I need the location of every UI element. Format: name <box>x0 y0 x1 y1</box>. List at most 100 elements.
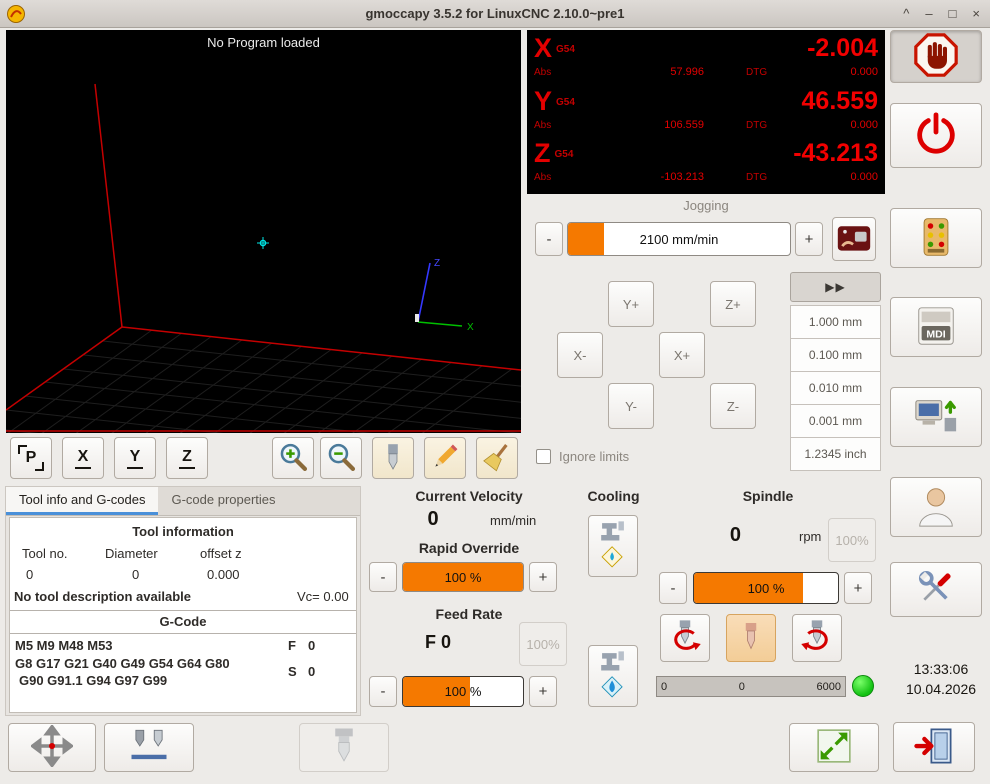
feed-readout: F 0 <box>425 632 452 652</box>
jog-speed-plus-button[interactable]: + <box>795 222 823 256</box>
jog-speed-slider[interactable]: 2100 mm/min <box>567 222 791 256</box>
rapid-minus-button[interactable]: - <box>369 562 397 592</box>
gremlin-preview[interactable]: Z X No Program loaded <box>5 30 522 433</box>
power-icon <box>913 111 959 160</box>
jog-x-plus-button[interactable]: X+ <box>659 332 705 378</box>
vc-value: Vc= 0.00 <box>297 589 349 604</box>
ignore-limits-checkbox[interactable] <box>536 449 551 464</box>
svg-text:MDI: MDI <box>926 328 945 340</box>
shade-window-button[interactable]: ^ <box>903 0 909 28</box>
tool-measure-button[interactable] <box>104 723 194 772</box>
machine-on-button[interactable] <box>890 103 982 168</box>
jog-x-minus-button[interactable]: X- <box>557 332 603 378</box>
jog-y-plus-button[interactable]: Y+ <box>608 281 654 327</box>
spindle-cw-button[interactable] <box>792 614 842 662</box>
tab-gcode-properties[interactable]: G-code properties <box>158 487 288 515</box>
svg-text:X: X <box>467 322 474 333</box>
clear-plot-button[interactable] <box>476 437 518 479</box>
axes-cross-icon <box>29 723 75 770</box>
tool-info-content: Tool information Tool no. Diameter offse… <box>9 517 357 713</box>
current-velocity-title: Current Velocity <box>415 488 523 504</box>
settings-tools-button[interactable] <box>890 562 982 617</box>
col-tool-no: Tool no. <box>22 546 68 561</box>
jog-z-minus-button[interactable]: Z- <box>710 383 756 429</box>
spindle-cw-icon <box>796 616 838 661</box>
tool-view-button[interactable] <box>372 437 414 479</box>
gcode-f-value: 0 <box>308 638 316 653</box>
spindle-percent-button[interactable]: 100% <box>828 518 876 562</box>
increment-inch[interactable]: 1.2345 inch <box>790 437 881 471</box>
svg-text:Z: Z <box>434 258 440 269</box>
feed-percent-button[interactable]: 100% <box>519 622 567 666</box>
tab-tool-info[interactable]: Tool info and G-codes <box>6 487 159 515</box>
spindle-override-slider[interactable]: 100 % <box>693 572 839 604</box>
velocity-unit: mm/min <box>490 513 537 528</box>
mist-faucet-icon <box>593 517 633 576</box>
view-x-button[interactable]: X <box>62 437 104 479</box>
increment-0p001mm[interactable]: 0.001 mm <box>790 404 881 438</box>
spindle-plus-button[interactable]: + <box>844 572 872 604</box>
val-offset-z: 0.000 <box>207 567 240 582</box>
user-icon <box>913 483 959 532</box>
feed-rate-slider[interactable]: 100 % <box>402 676 524 707</box>
feed-rate-title: Feed Rate <box>435 606 503 622</box>
tool-change-button[interactable] <box>299 723 389 772</box>
feed-minus-button[interactable]: - <box>369 676 397 707</box>
increment-1mm[interactable]: 1.000 mm <box>790 305 881 339</box>
spindle-minus-button[interactable]: - <box>659 572 687 604</box>
jog-y-minus-button[interactable]: Y- <box>608 383 654 429</box>
exit-button[interactable] <box>893 722 975 772</box>
feed-plus-button[interactable]: + <box>529 676 557 707</box>
window-controls: ^ – □ × <box>903 0 980 28</box>
maximize-button[interactable]: □ <box>949 0 957 28</box>
view-perspective-button[interactable]: P <box>10 437 52 479</box>
tools-icon <box>914 566 958 613</box>
val-tool-no: 0 <box>26 567 34 582</box>
app-window: { "colors": { "accent": "#f57900", "dro_… <box>0 0 990 784</box>
dro-row-x: X G54 -2.004 Abs 57.996 DTG 0.000 <box>534 33 878 78</box>
mdi-icon: MDI <box>913 303 959 352</box>
zoom-out-button[interactable] <box>320 437 362 479</box>
touch-off-button[interactable] <box>8 723 96 772</box>
increment-0p01mm[interactable]: 0.010 mm <box>790 371 881 405</box>
flood-button[interactable] <box>588 645 638 707</box>
auto-mode-button[interactable] <box>890 387 982 447</box>
control-panel-icon <box>914 215 958 262</box>
tool-probe-icon <box>128 725 170 770</box>
dimensions-edit-button[interactable] <box>424 437 466 479</box>
estop-button[interactable] <box>890 30 982 83</box>
gcode-s-value: 0 <box>308 664 316 679</box>
user-settings-button[interactable] <box>890 477 982 537</box>
estop-hand-icon <box>914 33 958 80</box>
expand-arrows-icon <box>814 726 854 769</box>
jog-continuous-button[interactable]: ▶▶ <box>790 272 881 302</box>
view-z-button[interactable]: Z <box>166 437 208 479</box>
rapid-plus-button[interactable]: + <box>529 562 557 592</box>
manual-mode-button[interactable] <box>890 208 982 268</box>
view-y-button[interactable]: Y <box>114 437 156 479</box>
zoom-in-button[interactable] <box>272 437 314 479</box>
zoom-in-icon <box>276 440 310 477</box>
jog-speed-minus-button[interactable]: - <box>535 222 563 256</box>
jog-z-plus-button[interactable]: Z+ <box>710 281 756 327</box>
velocity-panel: Current Velocity 0 mm/min Rapid Override… <box>363 486 575 716</box>
cooling-title: Cooling <box>587 488 640 504</box>
pencil-icon <box>429 441 461 476</box>
increment-0p1mm[interactable]: 0.100 mm <box>790 338 881 372</box>
mist-button[interactable] <box>588 515 638 577</box>
minimize-button[interactable]: – <box>925 0 932 28</box>
rapid-override-slider[interactable]: 100 % <box>402 562 524 592</box>
mdi-mode-button[interactable]: MDI <box>890 297 982 357</box>
dro-panel[interactable]: X G54 -2.004 Abs 57.996 DTG 0.000 Y G54 … <box>527 30 885 194</box>
broom-icon <box>481 441 513 476</box>
col-offset-z: offset z <box>200 546 242 561</box>
spindle-ccw-button[interactable] <box>660 614 710 662</box>
tool-information-title: Tool information <box>132 524 234 539</box>
spindle-speed-bar: 0 0 6000 <box>656 676 846 697</box>
jog-pendant-button[interactable] <box>832 217 876 261</box>
close-button[interactable]: × <box>972 0 980 28</box>
tool-gcode-panel: Tool info and G-codes G-code properties … <box>5 486 361 716</box>
fullscreen-button[interactable] <box>789 723 879 772</box>
titlebar: gmoccapy 3.5.2 for LinuxCNC 2.10.0~pre1 … <box>0 0 990 28</box>
spindle-stop-button[interactable] <box>726 614 776 662</box>
